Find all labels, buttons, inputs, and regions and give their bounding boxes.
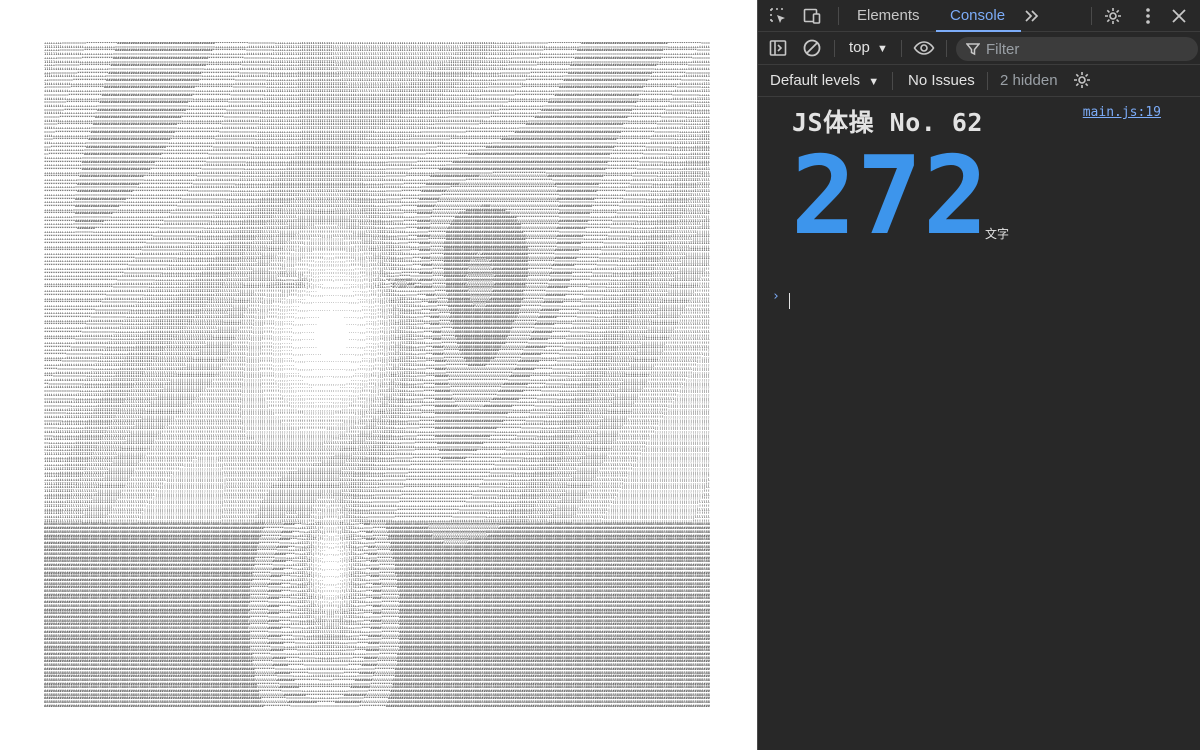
kebab-menu-icon[interactable]	[1137, 5, 1159, 27]
close-icon[interactable]	[1168, 5, 1190, 27]
more-tabs-icon[interactable]	[1021, 5, 1043, 27]
context-label: top	[849, 39, 870, 56]
log-levels-label: Default levels	[770, 72, 861, 89]
console-toolbar-secondary: Default levels ▼ No Issues 2 hidden	[758, 65, 1200, 97]
source-link[interactable]: main.js:19	[1083, 105, 1161, 120]
sidebar-toggle-icon[interactable]	[767, 37, 789, 59]
inspect-element-icon[interactable]	[767, 5, 789, 27]
dropdown-arrow-icon: ▼	[868, 76, 880, 88]
filter-box[interactable]	[956, 37, 1198, 61]
tab-console[interactable]: Console	[935, 0, 1022, 32]
toolbar-divider-4	[892, 72, 893, 90]
clear-console-icon[interactable]	[801, 37, 823, 59]
tabbar-divider	[838, 7, 839, 25]
character-unit: 文字	[985, 227, 1010, 241]
ascii-art-portrait: ++++++++===========**************#######…	[44, 42, 711, 708]
issues-button[interactable]: No Issues	[908, 72, 975, 89]
toolbar-divider-2	[901, 40, 902, 57]
tab-elements[interactable]: Elements	[855, 0, 922, 32]
console-settings-gear-icon[interactable]	[1071, 69, 1093, 91]
hidden-messages-count: 2 hidden	[1000, 72, 1058, 89]
character-count: 272	[791, 134, 990, 259]
live-expression-eye-icon[interactable]	[913, 37, 935, 59]
prompt-chevron-icon: ›	[772, 289, 780, 304]
settings-gear-icon[interactable]	[1102, 5, 1124, 27]
devtools-tabbar: Elements Console	[758, 0, 1200, 32]
filter-funnel-icon	[966, 42, 980, 56]
toolbar-divider-3	[946, 40, 947, 57]
device-toolbar-icon[interactable]	[801, 5, 823, 27]
toolbar-divider-1	[834, 40, 835, 57]
console-prompt[interactable]: ›	[758, 289, 1200, 309]
filter-input[interactable]	[986, 40, 1176, 58]
page-viewport: ++++++++===========**************#######…	[0, 0, 757, 750]
text-cursor	[789, 293, 790, 309]
console-toolbar: top ▼	[758, 32, 1200, 65]
context-selector[interactable]: top ▼	[849, 39, 888, 56]
tabbar-divider-right	[1091, 7, 1092, 25]
toolbar-divider-5	[987, 72, 988, 90]
dropdown-arrow-icon: ▼	[877, 43, 888, 55]
devtools-panel: Elements Console top ▼ Filter Default le…	[757, 0, 1200, 750]
log-levels-dropdown[interactable]: Default levels ▼	[770, 72, 879, 89]
